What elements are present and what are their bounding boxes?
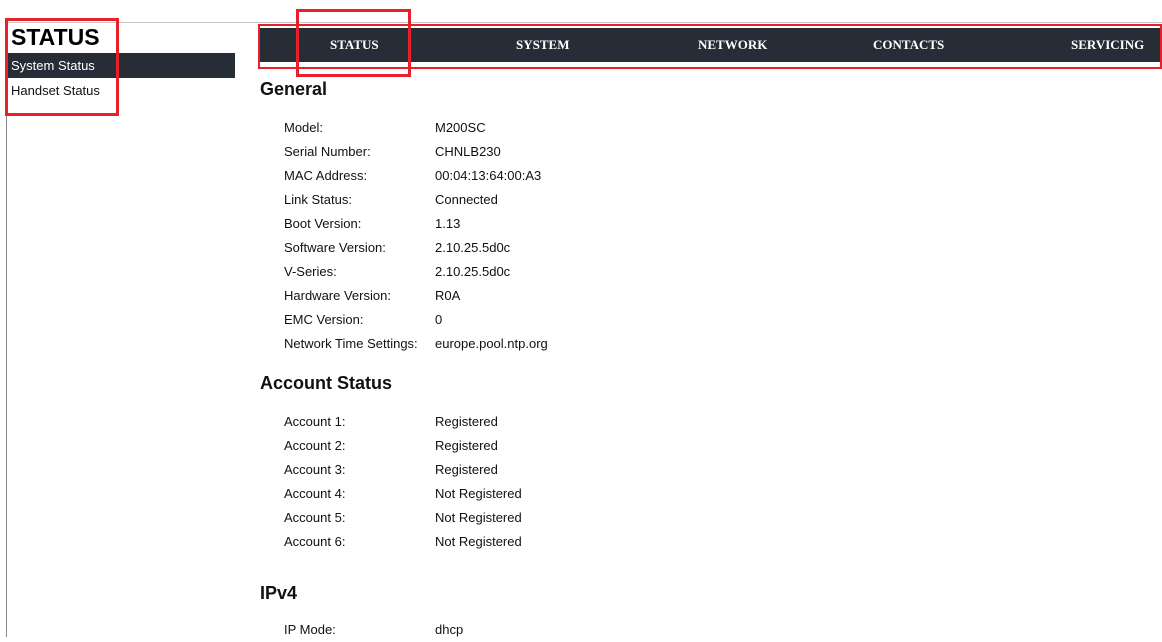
sidebar-item-system-status[interactable]: System Status	[8, 53, 235, 78]
row-value: Not Registered	[435, 486, 522, 501]
top-nav: STATUS SYSTEM NETWORK CONTACTS SERVICING	[260, 28, 1162, 62]
sidebar-item-handset-status[interactable]: Handset Status	[8, 78, 235, 103]
row-value: 2.10.25.5d0c	[435, 264, 511, 279]
row-label: Account 5:	[284, 510, 346, 525]
row-value: europe.pool.ntp.org	[435, 336, 548, 351]
tab-status[interactable]: STATUS	[330, 28, 379, 62]
row-label: IP Mode:	[284, 622, 336, 637]
row-value: R0A	[435, 288, 461, 303]
row-label: EMC Version:	[284, 312, 364, 327]
tab-network[interactable]: NETWORK	[698, 28, 767, 62]
row-label: Account 6:	[284, 534, 346, 549]
row-label: Serial Number:	[284, 144, 371, 159]
row-value: Registered	[435, 462, 498, 477]
row-label: Account 2:	[284, 438, 346, 453]
row-label: Account 4:	[284, 486, 346, 501]
page-frame-left	[6, 22, 7, 637]
row-value: Not Registered	[435, 510, 522, 525]
row-label: Account 3:	[284, 462, 346, 477]
row-value: Registered	[435, 414, 498, 429]
row-label: Boot Version:	[284, 216, 362, 231]
row-label: Hardware Version:	[284, 288, 391, 303]
row-value: M200SC	[435, 120, 486, 135]
row-label: Model:	[284, 120, 324, 135]
section-title-account-status: Account Status	[260, 373, 393, 393]
row-value: Not Registered	[435, 534, 522, 549]
section-title-general: General	[260, 79, 328, 99]
row-label: MAC Address:	[284, 168, 368, 183]
row-value: 00:04:13:64:00:A3	[435, 168, 542, 183]
row-label: Link Status:	[284, 192, 352, 207]
sidebar-title: STATUS	[11, 24, 100, 50]
row-value: 1.13	[435, 216, 461, 231]
tab-servicing[interactable]: SERVICING	[1071, 28, 1144, 62]
tab-system[interactable]: SYSTEM	[516, 28, 569, 62]
row-value: 0	[435, 312, 443, 327]
row-label: Network Time Settings:	[284, 336, 418, 351]
row-value: Connected	[435, 192, 498, 207]
section-title-ipv4: IPv4	[260, 583, 298, 603]
tab-contacts[interactable]: CONTACTS	[873, 28, 944, 62]
row-label: Software Version:	[284, 240, 386, 255]
row-label: V-Series:	[284, 264, 337, 279]
row-value: dhcp	[435, 622, 464, 637]
row-value: CHNLB230	[435, 144, 501, 159]
row-label: Account 1:	[284, 414, 346, 429]
row-value: Registered	[435, 438, 498, 453]
sidebar: STATUS System Status Handset Status	[8, 22, 235, 103]
row-value: 2.10.25.5d0c	[435, 240, 511, 255]
